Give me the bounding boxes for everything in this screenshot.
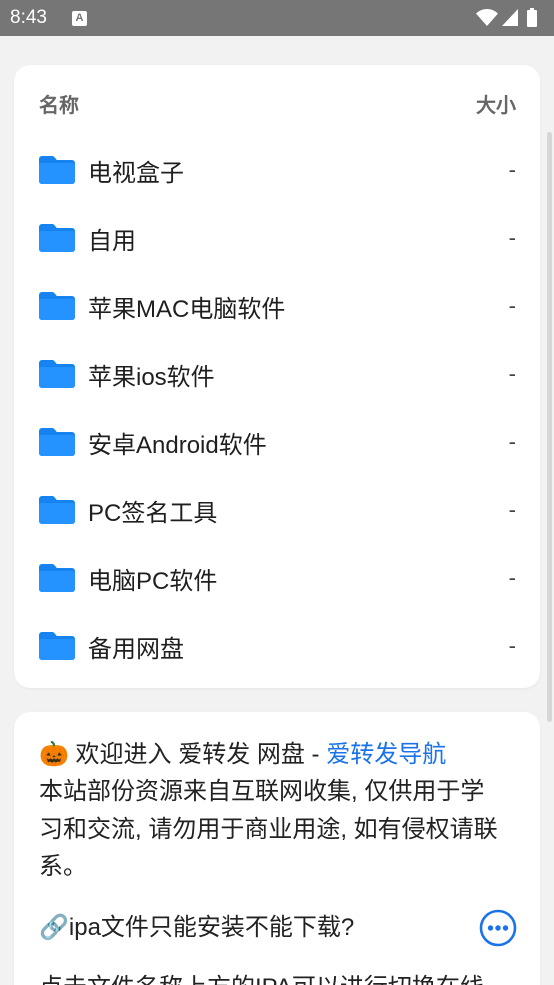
file-name: 自用: [88, 227, 136, 255]
file-size: -: [508, 361, 516, 386]
file-rows: 电视盒子 - 自用 - 苹果MAC电脑软件 - 苹果ios软件 - 安卓Andr…: [39, 136, 516, 680]
file-row[interactable]: 苹果MAC电脑软件 -: [39, 272, 516, 340]
file-name: 安卓Android软件: [88, 431, 267, 459]
folder-icon: [39, 496, 75, 524]
file-size: -: [508, 157, 516, 182]
file-name: PC签名工具: [88, 499, 218, 527]
status-bar: 8:43 A: [0, 0, 554, 36]
file-size: -: [508, 429, 516, 454]
column-header-size[interactable]: 大小: [476, 89, 516, 118]
file-row[interactable]: 电脑PC软件 -: [39, 544, 516, 612]
file-row[interactable]: 电视盒子 -: [39, 136, 516, 204]
file-size: -: [508, 293, 516, 318]
file-row[interactable]: PC签名工具 -: [39, 476, 516, 544]
nav-link[interactable]: 爱转发导航: [326, 741, 446, 768]
folder-icon: [39, 564, 75, 592]
list-header: 名称 大小: [39, 84, 516, 122]
folder-icon: [39, 632, 75, 660]
file-row[interactable]: 备用网盘 -: [39, 612, 516, 680]
file-size: -: [508, 225, 516, 250]
welcome-line: 🎃 欢迎进入 爱转发 网盘 - 爱转发导航: [39, 736, 519, 774]
folder-icon: [39, 156, 75, 184]
page-scrollbar[interactable]: [547, 132, 552, 722]
file-size: -: [508, 497, 516, 522]
a-letter-icon: A: [72, 11, 87, 26]
faq-answer: 点击文件名称上方的IPA可以进行切换在线: [39, 969, 529, 985]
file-name: 电视盒子: [88, 159, 184, 187]
file-name: 备用网盘: [88, 635, 184, 663]
file-name: 苹果ios软件: [88, 363, 215, 391]
signal-icon: [502, 9, 518, 26]
faq-more-button[interactable]: [479, 909, 517, 947]
file-size: -: [508, 565, 516, 590]
file-name: 电脑PC软件: [88, 567, 218, 595]
file-list-card: 名称 大小 电视盒子 - 自用 - 苹果MAC电脑软件 - 苹果ios软件 - …: [14, 65, 540, 688]
notification-letter: A: [75, 12, 84, 24]
column-header-name[interactable]: 名称: [39, 89, 79, 118]
file-row[interactable]: 苹果ios软件 -: [39, 340, 516, 408]
battery-icon: [527, 8, 537, 27]
folder-icon: [39, 224, 75, 252]
file-row[interactable]: 安卓Android软件 -: [39, 408, 516, 476]
disclaimer-text: 本站部份资源来自互联网收集, 仅供用于学习和交流, 请勿用于商业用途, 如有侵权…: [39, 778, 498, 880]
welcome-text: 🎃 欢迎进入 爱转发 网盘 -: [39, 740, 327, 768]
folder-icon: [39, 360, 75, 388]
file-size: -: [508, 633, 516, 658]
more-horizontal-icon: [479, 909, 517, 947]
faq-item: 🔗ipa文件只能安装不能下载?: [39, 908, 517, 948]
readme-card: 🎃 欢迎进入 爱转发 网盘 - 爱转发导航 本站部份资源来自互联网收集, 仅供用…: [14, 712, 540, 985]
wifi-icon: [476, 9, 498, 26]
folder-icon: [39, 292, 75, 320]
folder-icon: [39, 428, 75, 456]
status-time: 8:43: [10, 7, 47, 28]
faq-question: 🔗ipa文件只能安装不能下载?: [39, 914, 355, 942]
file-row[interactable]: 自用 -: [39, 204, 516, 272]
file-name: 苹果MAC电脑软件: [88, 295, 286, 323]
